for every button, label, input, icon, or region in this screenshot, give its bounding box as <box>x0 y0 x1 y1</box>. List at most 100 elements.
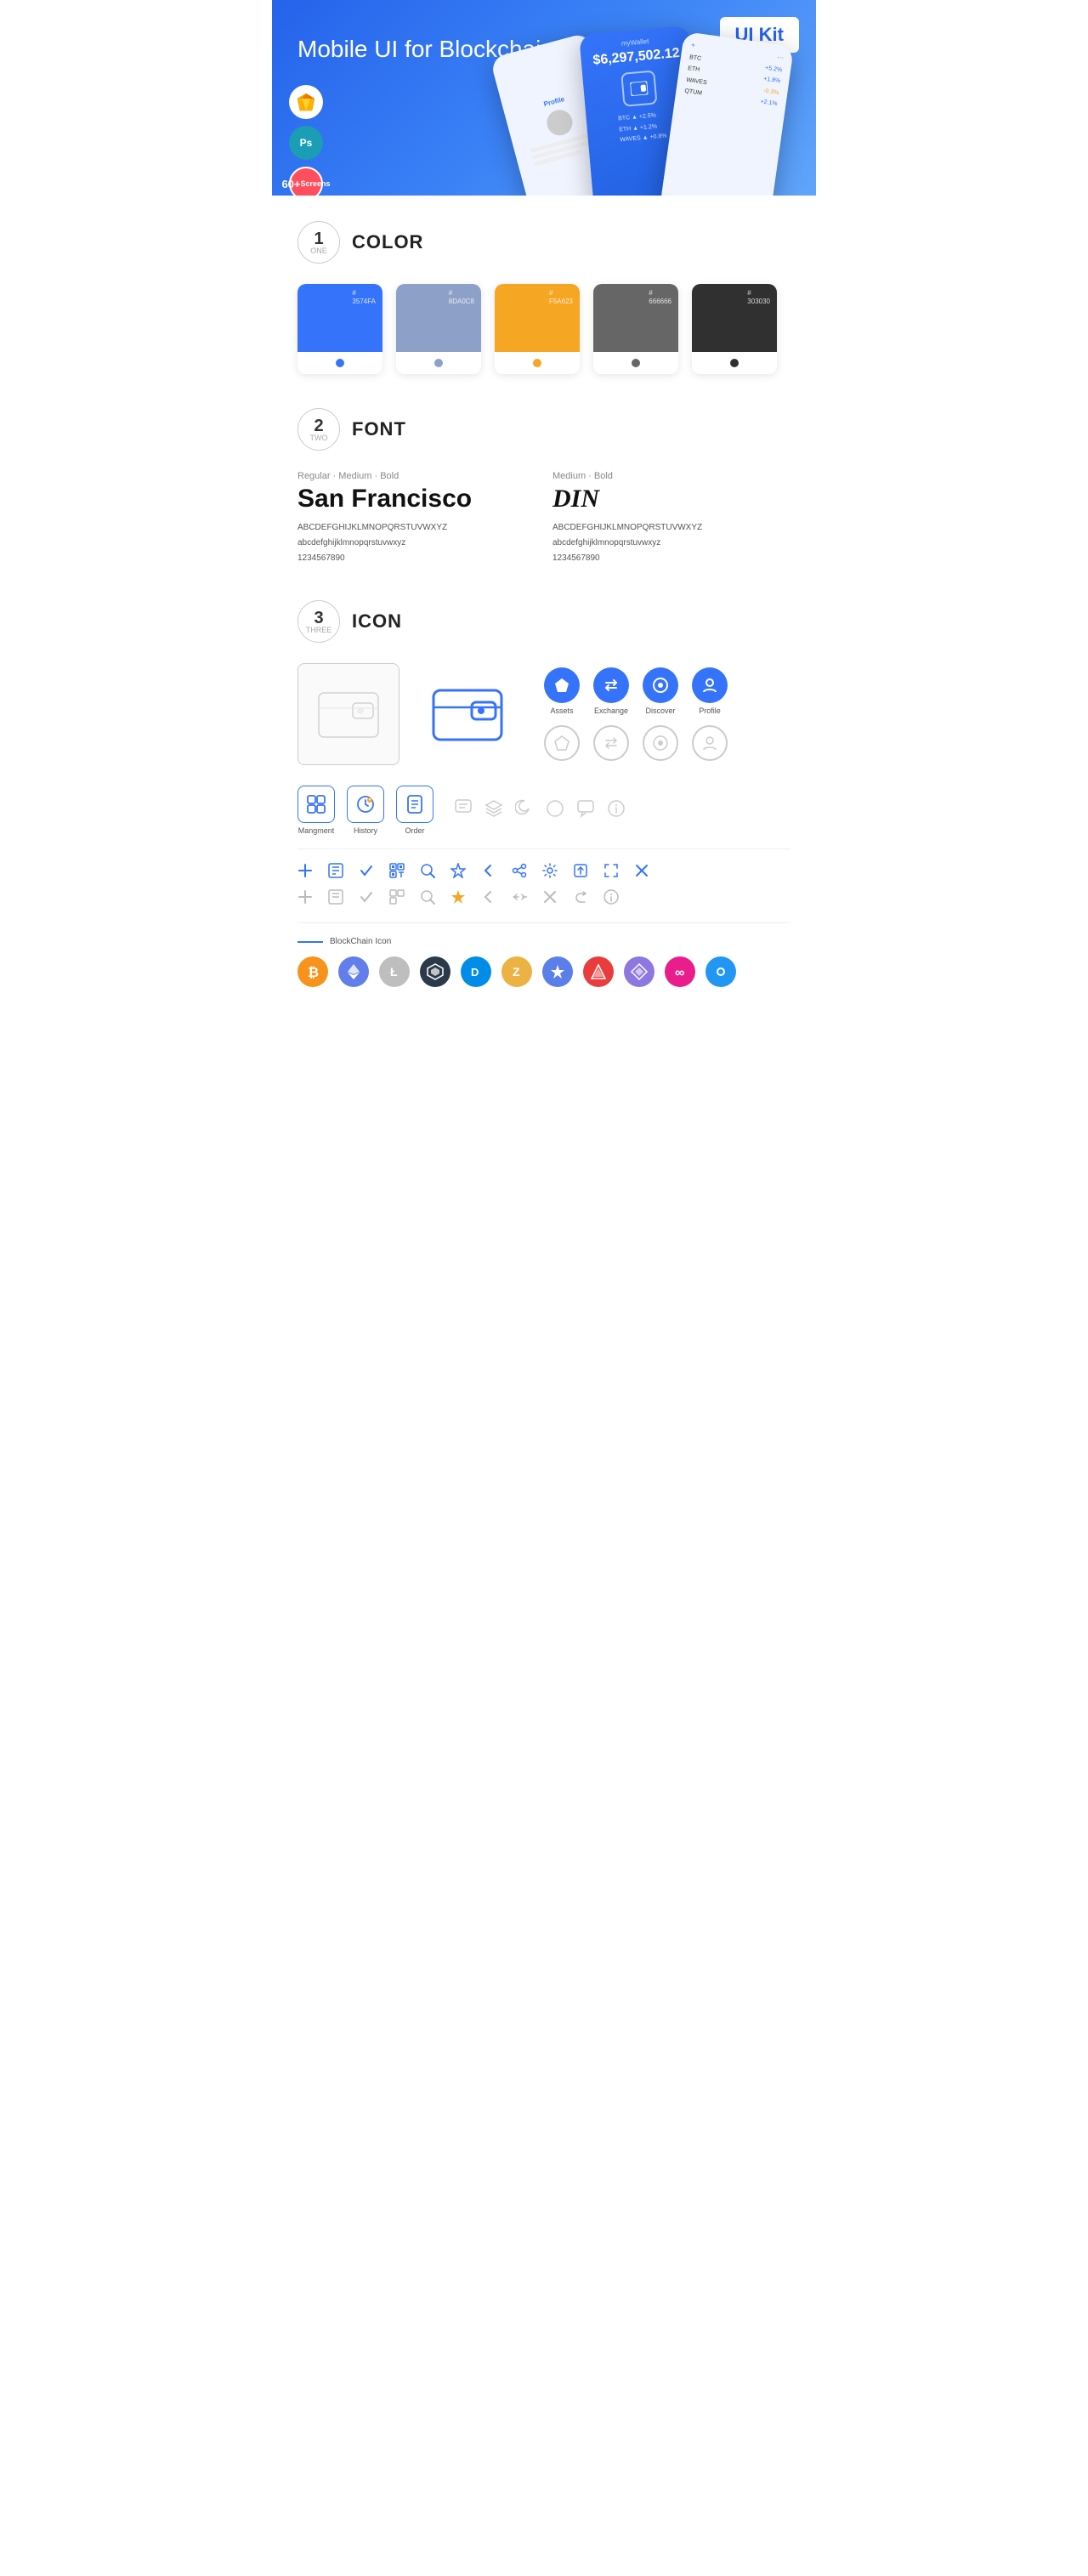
icon-num-big: 3 <box>314 610 323 627</box>
font-din: Medium · Bold DIN ABCDEFGHIJKLMNOPQRSTUV… <box>552 471 790 566</box>
profile-outline-icon <box>692 725 728 761</box>
icon-title: ICON <box>352 610 402 633</box>
settings-icon <box>542 863 558 882</box>
history-icon <box>347 786 384 823</box>
qr-icon <box>389 863 405 882</box>
font-num-sub: TWO <box>310 434 328 442</box>
generic4-icon <box>706 956 736 987</box>
ps-badge: Ps <box>289 126 323 160</box>
icon-section-header: 3 THREE ICON <box>298 600 790 643</box>
icon-section-num: 3 THREE <box>298 600 340 643</box>
edit-icon <box>328 863 343 882</box>
back-icon <box>481 863 496 882</box>
divider-2 <box>298 922 790 923</box>
history-label: History <box>354 826 377 835</box>
swatch-gray: #666666 <box>593 284 678 374</box>
font-section-num: 2 TWO <box>298 408 340 451</box>
font-title: FONT <box>352 418 406 440</box>
nav-icons-filled: Assets Exchange Discover <box>544 667 728 715</box>
generic3-icon: ∞ <box>665 956 695 987</box>
profile-label: Profile <box>699 706 721 715</box>
swatch-orange: #F5A623 <box>495 284 580 374</box>
qr-icon-gray <box>389 889 405 909</box>
exchange-outline-icon <box>593 725 629 761</box>
star-icon-orange <box>450 889 466 909</box>
exchange-label: Exchange <box>594 706 628 715</box>
order-icon <box>396 786 434 823</box>
wallet-wireframe-svg <box>314 684 382 744</box>
assets-outline-icon <box>544 725 580 761</box>
layers-icon <box>484 799 503 822</box>
check-icon-gray <box>359 889 374 909</box>
svg-text:₿: ₿ <box>308 965 319 980</box>
nav-profile: Profile <box>692 667 728 715</box>
nav-discover: Discover <box>643 667 678 715</box>
screens-count: 60+ <box>281 179 300 190</box>
sf-upper: ABCDEFGHIJKLMNOPQRSTUVWXYZ <box>298 520 536 536</box>
small-icons-colored <box>298 863 790 882</box>
search-icon-gray <box>420 889 435 909</box>
color-section-num: 1 ONE <box>298 221 340 264</box>
sketch-badge <box>289 85 323 119</box>
icon-section: 3 THREE ICON <box>298 600 790 987</box>
din-name: DIN <box>552 485 790 513</box>
main-content: 1 ONE COLOR #3574FA #8DA0C8 #F5A623 <box>272 196 816 1047</box>
din-lower: abcdefghijklmnopqrstuvwxyz <box>552 536 790 551</box>
screens-badge: 60+ Screens <box>289 167 323 196</box>
check-icon <box>359 863 374 882</box>
hero-badges: Ps 60+ Screens <box>289 85 323 196</box>
bitcoin-icon: ₿ <box>298 956 328 987</box>
misc-icons <box>454 798 626 822</box>
moon-icon <box>515 799 534 822</box>
dash-icon: D <box>461 956 491 987</box>
zcash-icon: Z <box>502 956 532 987</box>
hero-section: Mobile UI for Blockchain Wallet UI Kit P… <box>272 0 816 196</box>
wallet-wireframe <box>298 663 400 765</box>
wallet-icon-showcase: Assets Exchange Discover <box>298 663 790 765</box>
app-icons-row: Mangment History Order <box>298 786 790 835</box>
font-grid: Regular · Medium · Bold San Francisco AB… <box>298 471 790 566</box>
wallet-icon-final <box>416 663 518 765</box>
swatch-dark: #303030 <box>692 284 777 374</box>
circle-icon <box>546 799 564 822</box>
sf-meta: Regular · Medium · Bold <box>298 471 536 481</box>
ethereum-icon <box>338 956 369 987</box>
color-title: COLOR <box>352 231 423 253</box>
swatch-blue: #3574FA <box>298 284 382 374</box>
nav-exchange: Exchange <box>593 667 629 715</box>
svg-text:D: D <box>471 966 479 979</box>
sf-nums: 1234567890 <box>298 551 536 566</box>
management-icon <box>298 786 335 823</box>
nav-icons-group: Assets Exchange Discover <box>544 667 728 761</box>
discover-icon <box>643 667 678 703</box>
din-nums: 1234567890 <box>552 551 790 566</box>
discover-outline-icon <box>643 725 678 761</box>
color-num-big: 1 <box>314 230 323 247</box>
din-meta: Medium · Bold <box>552 471 790 481</box>
nav-assets: Assets <box>544 667 580 715</box>
info-icon <box>607 799 626 822</box>
resize-icon <box>604 863 619 882</box>
litecoin-icon: Ł <box>379 956 410 987</box>
blockchain-label: BlockChain Icon <box>298 937 790 946</box>
upload-icon <box>573 863 588 882</box>
edit-icon-gray <box>328 889 343 909</box>
management-label: Mangment <box>298 826 335 835</box>
nav-exchange-outline <box>593 725 629 761</box>
arrows-icon-gray <box>512 889 527 909</box>
color-section-header: 1 ONE COLOR <box>298 221 790 264</box>
divider-1 <box>298 848 790 849</box>
icon-num-sub: THREE <box>306 627 332 634</box>
wallet-final-svg <box>429 680 506 748</box>
speech-icon <box>576 799 595 822</box>
phone-mockups: Profile myWallet $6,297,502.12 BTC ▲ +2.… <box>510 26 816 196</box>
blockchain-text: BlockChain Icon <box>330 937 391 946</box>
management-icon-item: Mangment <box>298 786 335 835</box>
ps-label: Ps <box>300 137 313 149</box>
svg-text:Z: Z <box>513 965 520 979</box>
nav-profile-outline <box>692 725 728 761</box>
generic2-icon <box>624 956 654 987</box>
small-icons-gray <box>298 889 790 909</box>
augur-icon <box>583 956 614 987</box>
nav-assets-outline <box>544 725 580 761</box>
